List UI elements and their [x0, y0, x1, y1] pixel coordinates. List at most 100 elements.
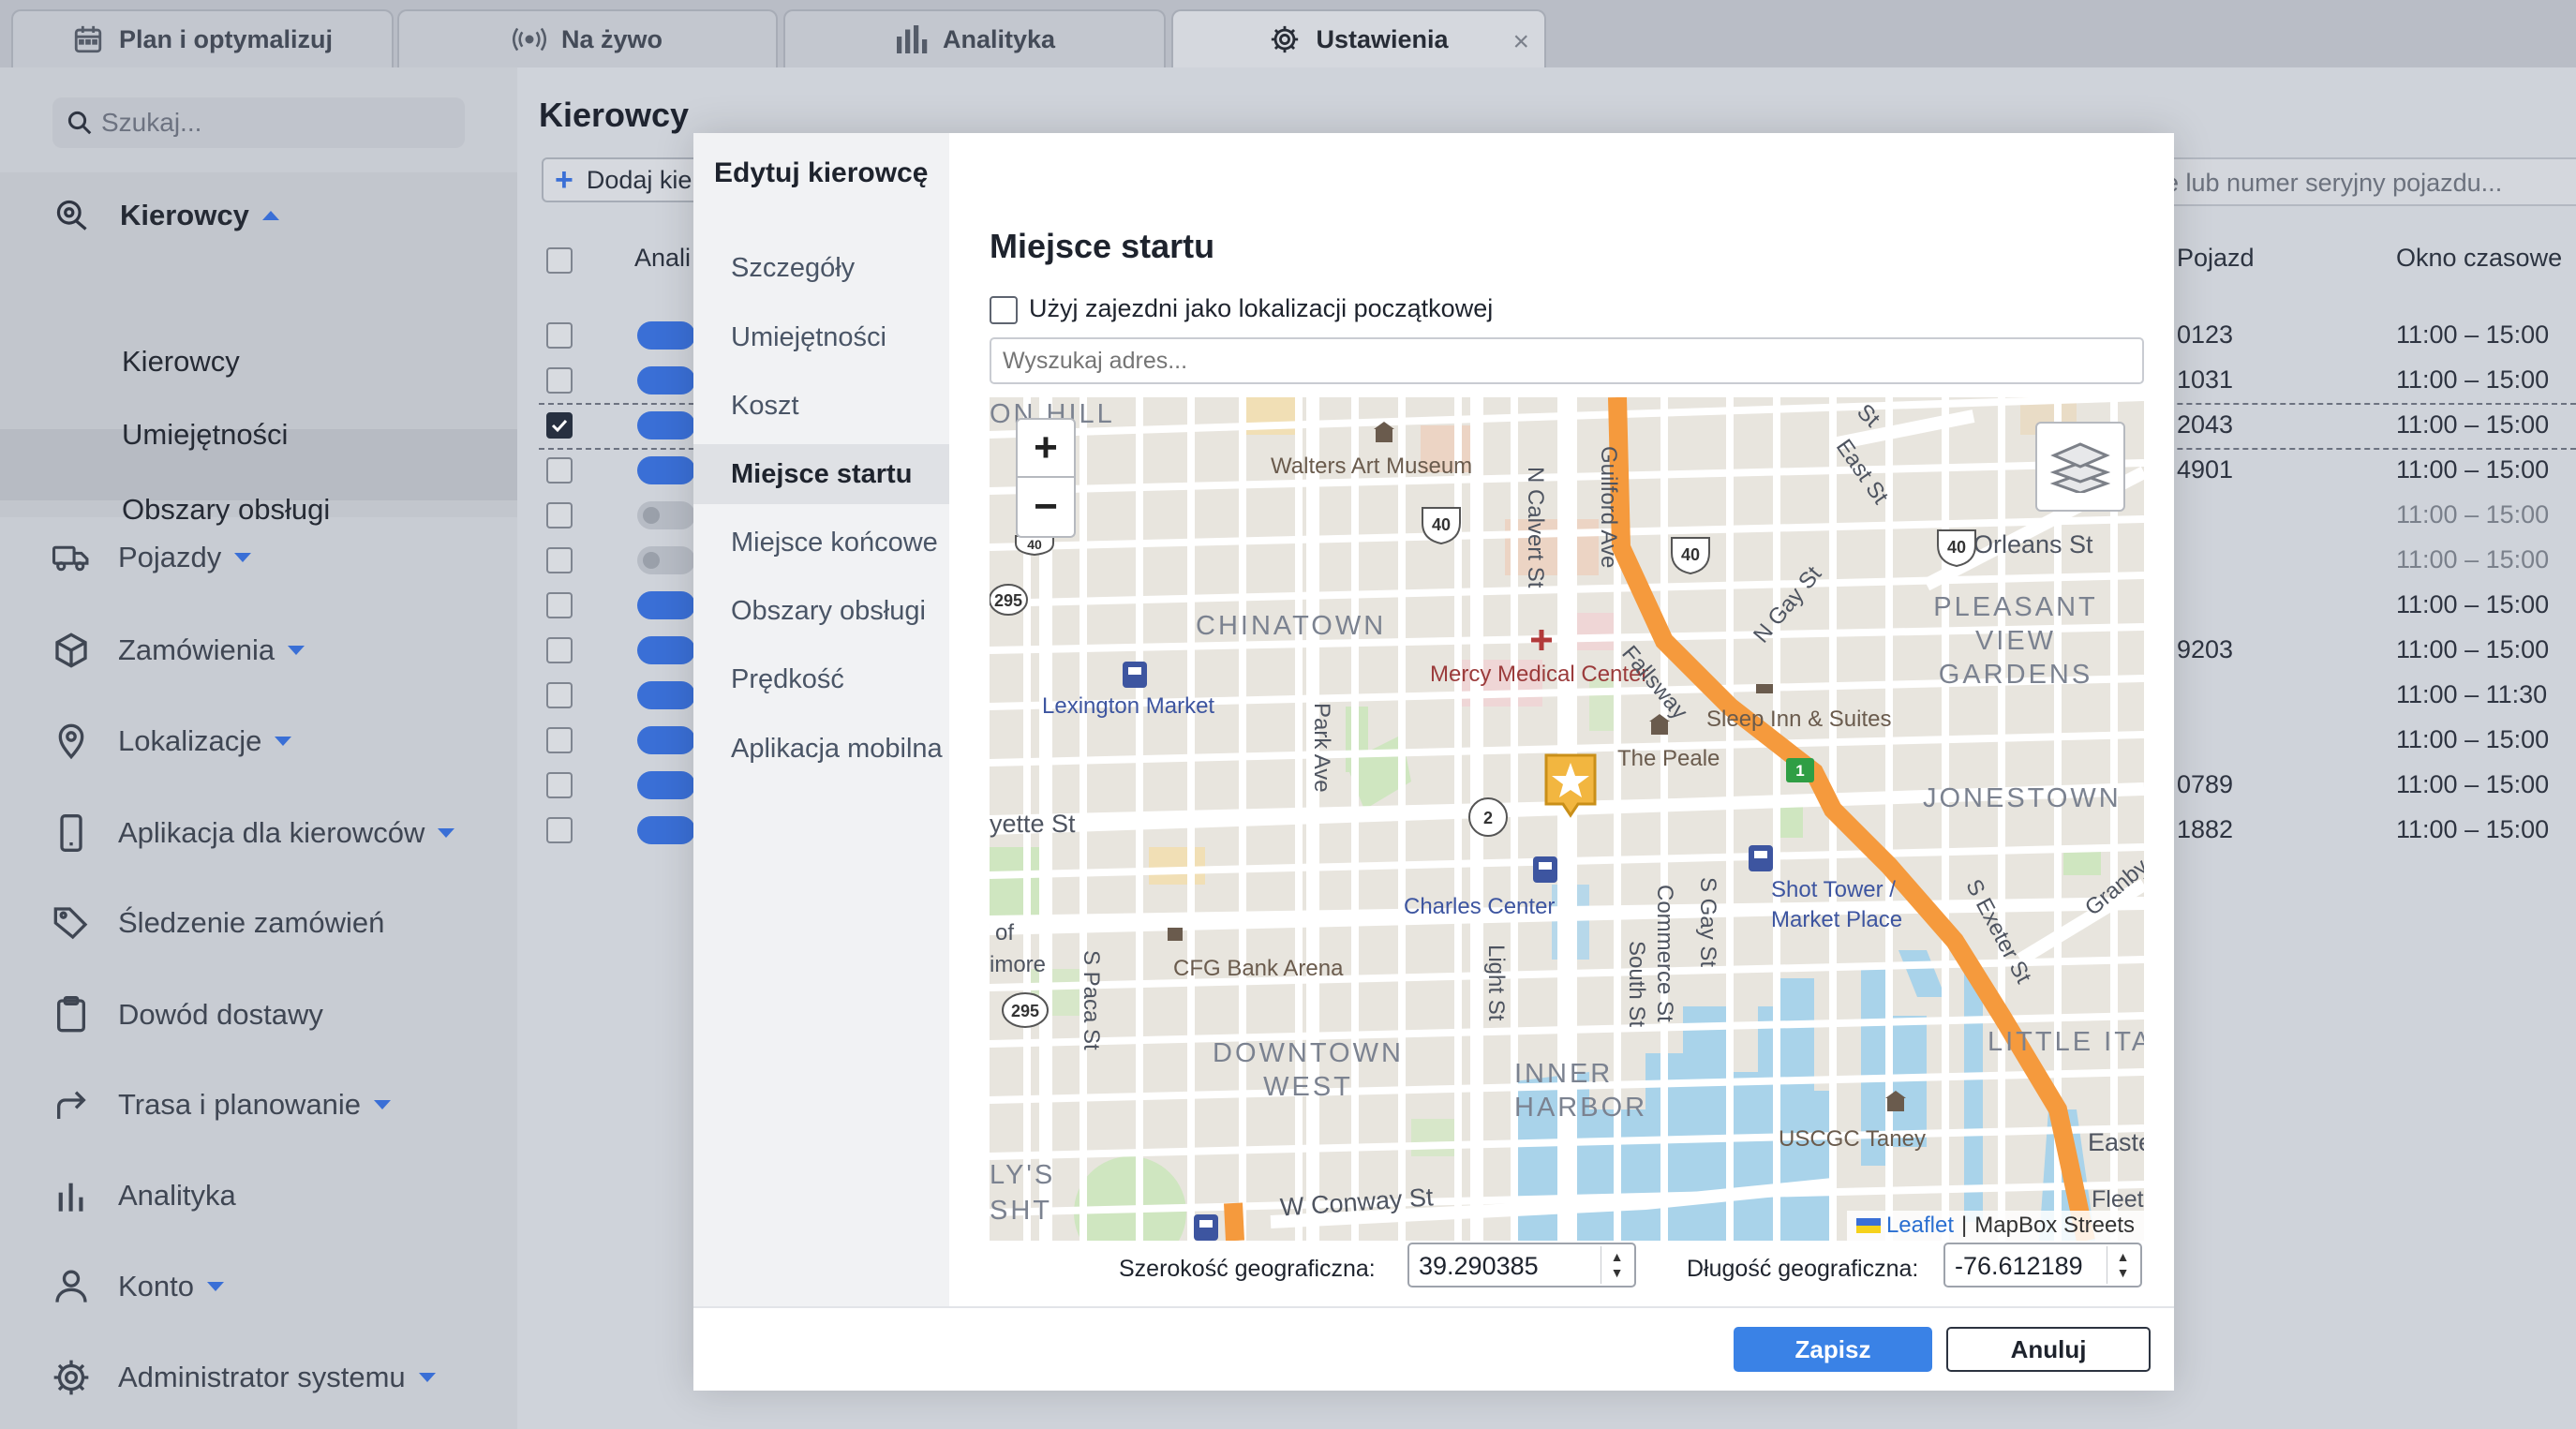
transit-icons — [1123, 662, 1773, 1241]
select-all-checkbox[interactable] — [546, 247, 573, 274]
column-header-analytics[interactable]: Anali — [634, 244, 691, 273]
modal-nav-details[interactable]: Szczegóły — [693, 238, 949, 298]
sidebar-item-analytics[interactable]: Analityka — [52, 1177, 236, 1214]
row-checkbox[interactable] — [546, 547, 573, 573]
modal-nav-start-location[interactable]: Miejsce startu — [693, 444, 949, 504]
smartphone-icon — [60, 814, 82, 852]
close-icon[interactable]: × — [1512, 26, 1529, 58]
modal-nav-end-location[interactable]: Miejsce końcowe — [693, 513, 949, 573]
map[interactable]: ON HILL Walters Art Museum CHINATOWN Mer… — [990, 397, 2144, 1241]
row-toggle[interactable] — [637, 816, 695, 844]
ukraine-flag-icon — [1855, 1218, 1881, 1233]
chevron-down-icon — [438, 828, 455, 838]
vehicle-search-input[interactable]: e lub numer seryjny pojazdu... — [2146, 157, 2576, 206]
sidebar-item-label: Aplikacja dla kierowców — [118, 816, 425, 849]
column-header-time-window[interactable]: Okno czasowe — [2396, 244, 2562, 273]
sidebar-subitem-drivers[interactable]: Kierowcy — [122, 345, 240, 379]
row-toggle[interactable] — [637, 321, 695, 350]
chevron-down-icon[interactable]: ▼ — [1611, 1265, 1624, 1281]
cancel-button[interactable]: Anuluj — [1946, 1327, 2151, 1372]
modal-nav: Edytuj kierowcę Szczegóły Umiejętności K… — [693, 133, 949, 1306]
row-time-window: 11:00 – 15:00 — [2396, 590, 2550, 618]
broadcast-icon — [512, 27, 546, 52]
start-location-marker[interactable] — [1541, 752, 1601, 824]
row-checkbox[interactable] — [546, 457, 573, 484]
address-search-input[interactable] — [990, 337, 2144, 384]
sidebar-item-vehicles[interactable]: Pojazdy — [52, 541, 252, 574]
row-checkbox[interactable] — [546, 772, 573, 798]
sidebar-item-order-tracking[interactable]: Śledzenie zamówień — [52, 904, 384, 942]
latitude-input[interactable]: 39.290385 ▲ ▼ — [1407, 1243, 1636, 1288]
save-button[interactable]: Zapisz — [1734, 1327, 1932, 1372]
hospital-icon — [1531, 630, 1552, 650]
row-time-window: 11:00 – 15:00 — [2396, 500, 2550, 528]
sidebar-item-proof-of-delivery[interactable]: Dowód dostawy — [52, 995, 323, 1035]
sidebar-item-account[interactable]: Konto — [52, 1268, 225, 1305]
sidebar-item-orders[interactable]: Zamówienia — [52, 632, 305, 669]
chevron-up-icon[interactable]: ▲ — [1611, 1249, 1624, 1265]
chevron-down-icon[interactable]: ▼ — [2117, 1265, 2130, 1281]
route-arrow-icon — [57, 1091, 86, 1119]
tab-live[interactable]: Na żywo — [397, 9, 778, 67]
longitude-value: -76.612189 — [1955, 1252, 2083, 1280]
row-checkbox[interactable] — [546, 727, 573, 753]
use-depot-label[interactable]: Użyj zajezdni jako lokalizacji początkow… — [1029, 294, 1493, 323]
sidebar-item-driver-app[interactable]: Aplikacja dla kierowców — [52, 813, 455, 853]
row-toggle[interactable] — [637, 501, 695, 529]
row-toggle[interactable] — [637, 546, 695, 574]
row-toggle[interactable] — [637, 726, 695, 754]
sidebar-item-drivers[interactable]: Kierowcy — [52, 199, 279, 232]
row-checkbox[interactable] — [546, 817, 573, 843]
drivers-section: Kierowcy Kierowcy Umiejętności Obszary o… — [0, 172, 517, 526]
map-pin-icon — [58, 723, 84, 760]
row-checkbox[interactable] — [546, 367, 573, 394]
row-vehicle: 9203 — [2177, 635, 2234, 663]
row-toggle[interactable] — [637, 456, 695, 484]
modal-nav-cost[interactable]: Koszt — [693, 376, 949, 436]
column-header-vehicle[interactable]: Pojazd — [2177, 244, 2255, 273]
sidebar-item-locations[interactable]: Lokalizacje — [52, 722, 292, 760]
row-toggle[interactable] — [637, 771, 695, 799]
row-toggle[interactable] — [637, 681, 695, 709]
modal-nav-skills[interactable]: Umiejętności — [693, 307, 949, 367]
row-toggle[interactable] — [637, 411, 695, 439]
row-checkbox[interactable] — [546, 637, 573, 663]
latitude-stepper[interactable]: ▲ ▼ — [1601, 1246, 1632, 1284]
sidebar-item-label: Trasa i planowanie — [118, 1088, 362, 1121]
tab-analytics[interactable]: Analityka — [783, 9, 1166, 67]
zoom-out-button[interactable]: − — [1016, 478, 1076, 538]
truck-icon — [52, 545, 89, 572]
edit-driver-modal: Edytuj kierowcę Szczegóły Umiejętności K… — [693, 133, 2174, 1391]
row-checkbox[interactable] — [546, 502, 573, 528]
row-checkbox[interactable] — [546, 682, 573, 708]
sidebar-subitem-skills[interactable]: Umiejętności — [122, 418, 288, 452]
row-checkbox[interactable] — [546, 412, 573, 439]
layers-button[interactable] — [2035, 422, 2125, 512]
row-checkbox[interactable] — [546, 322, 573, 349]
longitude-stepper[interactable]: ▲ ▼ — [2107, 1246, 2138, 1284]
tab-settings[interactable]: Ustawienia × — [1171, 9, 1546, 67]
modal-nav-mobile-app[interactable]: Aplikacja mobilna — [693, 719, 949, 779]
sidebar-item-route-planning[interactable]: Trasa i planowanie — [52, 1086, 392, 1124]
chevron-up-icon — [261, 211, 279, 220]
tab-plan[interactable]: Plan i optymalizuj — [11, 9, 394, 67]
sidebar-item-system-admin[interactable]: Administrator systemu — [52, 1359, 436, 1396]
tab-label: Ustawienia — [1316, 24, 1449, 53]
longitude-input[interactable]: -76.612189 ▲ ▼ — [1943, 1243, 2142, 1288]
zoom-in-button[interactable]: + — [1016, 418, 1076, 478]
row-toggle[interactable] — [637, 636, 695, 664]
sidebar-item-label: Pojazdy — [118, 541, 222, 573]
gear-icon — [53, 1360, 89, 1395]
row-toggle[interactable] — [637, 366, 695, 394]
svg-text:40: 40 — [1432, 515, 1451, 534]
use-depot-checkbox[interactable] — [990, 296, 1018, 324]
sidebar-search[interactable]: Szukaj... — [52, 97, 465, 148]
chevron-up-icon[interactable]: ▲ — [2117, 1249, 2130, 1265]
leaflet-link[interactable]: Leaflet — [1886, 1213, 1954, 1239]
modal-nav-service-areas[interactable]: Obszary obsługi — [693, 581, 949, 641]
row-checkbox[interactable] — [546, 592, 573, 618]
modal-nav-speed[interactable]: Prędkość — [693, 649, 949, 709]
chevron-down-icon — [374, 1100, 392, 1109]
row-toggle[interactable] — [637, 591, 695, 619]
sidebar-subitem-service-areas[interactable]: Obszary obsługi — [122, 493, 330, 527]
